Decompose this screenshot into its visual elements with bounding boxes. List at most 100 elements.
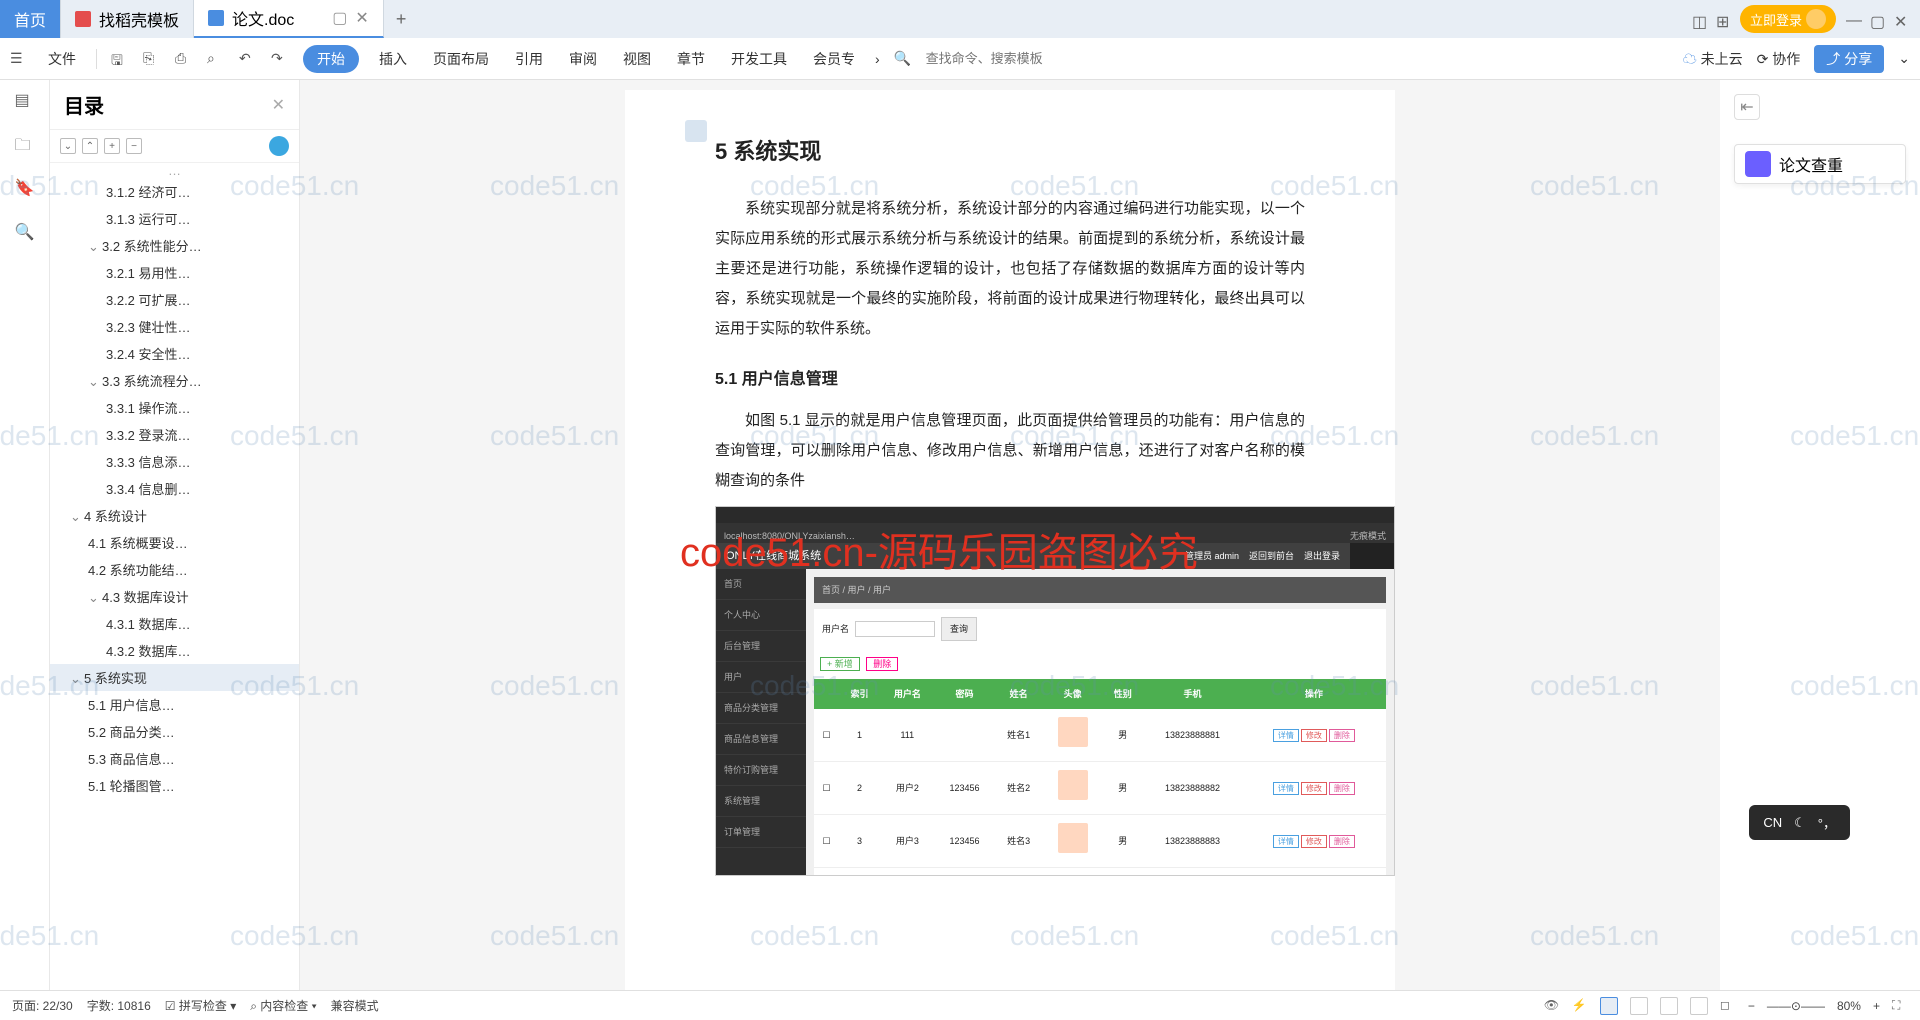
redo-icon[interactable]: ↷	[271, 50, 289, 68]
word-count[interactable]: 字数: 10816	[87, 997, 151, 1014]
menu-view[interactable]: 视图	[617, 45, 657, 73]
zoom-out-button[interactable]: −	[1748, 999, 1755, 1013]
moon-icon: ☾	[1794, 815, 1806, 831]
outline-item[interactable]: ⌄4.3 数据库设计	[50, 583, 299, 610]
punctuation-icon: °，	[1818, 813, 1836, 832]
tab-document[interactable]: 论文.doc ▢ ✕	[194, 0, 384, 38]
zoom-in-button[interactable]: +	[1873, 999, 1880, 1013]
outline-item[interactable]: 3.1.2 经济可…	[50, 178, 299, 205]
menu-chapter[interactable]: 章节	[671, 45, 711, 73]
outline-item[interactable]: 3.3.4 信息删…	[50, 475, 299, 502]
plagiarism-check-button[interactable]: 论文查重	[1734, 144, 1906, 184]
print-icon[interactable]: ⎙	[175, 50, 193, 68]
maximize-button[interactable]: ▢	[1870, 12, 1884, 26]
section-heading: 5 系统实现	[715, 130, 1305, 174]
view-read-icon[interactable]	[1660, 997, 1678, 1015]
command-search-input[interactable]	[926, 51, 1056, 66]
search-rail-icon[interactable]: 🔍	[15, 222, 35, 242]
file-menu[interactable]: 文件	[42, 45, 82, 73]
outline-item[interactable]: 5.3 商品信息…	[50, 745, 299, 772]
view-page-icon[interactable]	[1600, 997, 1618, 1015]
cloud-icon[interactable]: ☁ 未上云	[1683, 49, 1743, 69]
minimize-button[interactable]: —	[1846, 12, 1860, 26]
close-tab-button[interactable]: ✕	[355, 8, 368, 28]
sync-toggle[interactable]	[269, 136, 289, 156]
save-icon[interactable]: 🖫	[111, 50, 129, 68]
collab-button[interactable]: ⟳ 协作	[1757, 49, 1801, 69]
menu-start[interactable]: 开始	[303, 45, 359, 73]
outline-item[interactable]: 5.1 轮播图管…	[50, 772, 299, 799]
eye-icon[interactable]: 👁	[1544, 998, 1560, 1014]
outline-item[interactable]: ⌄3.2 系统性能分…	[50, 232, 299, 259]
outline-item[interactable]: 5.2 商品分类…	[50, 718, 299, 745]
embedded-screenshot: localhost:8080/ONLYzaixiansh…无痕模式 ONLY在线…	[715, 506, 1395, 876]
outline-item[interactable]: 3.2.4 安全性…	[50, 340, 299, 367]
content-check-button[interactable]: ⌕ 内容检查 ▾	[250, 997, 316, 1014]
compat-mode[interactable]: 兼容模式	[331, 997, 379, 1014]
undo-icon[interactable]: ↶	[239, 50, 257, 68]
outline-item[interactable]: ⌄3.3 系统流程分…	[50, 367, 299, 394]
zoom-level[interactable]: 80%	[1837, 999, 1861, 1013]
outline-item[interactable]: 3.3.2 登录流…	[50, 421, 299, 448]
fullscreen-icon[interactable]: ⛶	[1892, 998, 1908, 1014]
outline-list: …3.1.2 经济可…3.1.3 运行可…⌄3.2 系统性能分…3.2.1 易用…	[50, 163, 299, 990]
chevron-down-icon[interactable]: ⌄	[1898, 50, 1910, 67]
menu-icon[interactable]: ☰	[10, 50, 28, 68]
outline-item[interactable]: 4.2 系统功能结…	[50, 556, 299, 583]
apps-icon[interactable]: ⊞	[1716, 12, 1730, 26]
outline-title: 目录	[64, 90, 272, 119]
outline-item[interactable]: 3.2.1 易用性…	[50, 259, 299, 286]
folder-icon[interactable]: 🗀	[15, 134, 35, 154]
outline-item[interactable]: 4.3.1 数据库…	[50, 610, 299, 637]
expand-icon[interactable]: ⌃	[82, 138, 98, 154]
collapse-right-icon[interactable]: ⇤	[1734, 94, 1760, 120]
menu-dev[interactable]: 开发工具	[725, 45, 793, 73]
embedded-search-input	[855, 621, 935, 637]
tab-template[interactable]: 找稻壳模板	[61, 0, 194, 38]
outline-toggle-icon[interactable]: ▤	[15, 90, 35, 110]
paragraph: 如图 5.1 显示的就是用户信息管理页面，此页面提供给管理员的功能有：用户信息的…	[715, 406, 1305, 496]
menu-ref[interactable]: 引用	[509, 45, 549, 73]
outline-item[interactable]: 5.1 用户信息…	[50, 691, 299, 718]
preview-icon[interactable]: ⌕	[207, 50, 225, 68]
outline-item[interactable]: 4.1 系统概要设…	[50, 529, 299, 556]
menu-layout[interactable]: 页面布局	[427, 45, 495, 73]
layout-icon[interactable]: ◫	[1692, 12, 1706, 26]
outline-item[interactable]: 4.3.2 数据库…	[50, 637, 299, 664]
left-rail: ▤ 🗀 🔖 🔍	[0, 80, 50, 990]
chevron-right-icon[interactable]: ›	[875, 51, 880, 67]
page-indicator[interactable]: 页面: 22/30	[12, 997, 73, 1014]
menu-review[interactable]: 审阅	[563, 45, 603, 73]
document-area: 5 系统实现 系统实现部分就是将系统分析，系统设计部分的内容通过编码进行功能实现…	[300, 80, 1720, 990]
share-button[interactable]: ⤴ 分享	[1814, 45, 1884, 73]
outline-item[interactable]: 3.3.3 信息添…	[50, 448, 299, 475]
menu-member[interactable]: 会员专	[807, 45, 861, 73]
check-icon	[1745, 151, 1771, 177]
view-web-icon[interactable]	[1690, 997, 1708, 1015]
outline-item[interactable]: 3.2.2 可扩展…	[50, 286, 299, 313]
menu-insert[interactable]: 插入	[373, 45, 413, 73]
outline-item[interactable]: ⌄4 系统设计	[50, 502, 299, 529]
outline-item[interactable]: 3.2.3 健壮性…	[50, 313, 299, 340]
marker-icon[interactable]: ◻	[1720, 998, 1736, 1014]
collapse-icon[interactable]: ⌄	[60, 138, 76, 154]
restore-icon[interactable]: ▢	[332, 8, 347, 28]
outline-item[interactable]: 3.1.3 运行可…	[50, 205, 299, 232]
ime-indicator[interactable]: CN ☾ °，	[1749, 805, 1850, 840]
outline-item[interactable]: ⌄5 系统实现	[50, 664, 299, 691]
login-button[interactable]: 立即登录	[1740, 5, 1836, 33]
add-icon[interactable]: +	[104, 138, 120, 154]
tab-home[interactable]: 首页	[0, 0, 61, 38]
view-outline-icon[interactable]	[1630, 997, 1648, 1015]
outline-item[interactable]: 3.3.1 操作流…	[50, 394, 299, 421]
new-tab-button[interactable]: +	[384, 0, 419, 38]
avatar-icon	[1806, 9, 1826, 29]
document-page: 5 系统实现 系统实现部分就是将系统分析，系统设计部分的内容通过编码进行功能实现…	[625, 90, 1395, 990]
close-outline-button[interactable]: ✕	[272, 95, 285, 115]
spellcheck-button[interactable]: ☑ 拼写检查 ▾	[165, 997, 236, 1014]
remove-icon[interactable]: −	[126, 138, 142, 154]
save-as-icon[interactable]: ⎘	[143, 50, 161, 68]
lightning-icon[interactable]: ⚡	[1572, 998, 1588, 1014]
close-window-button[interactable]: ✕	[1894, 12, 1908, 26]
bookmark-icon[interactable]: 🔖	[15, 178, 35, 198]
